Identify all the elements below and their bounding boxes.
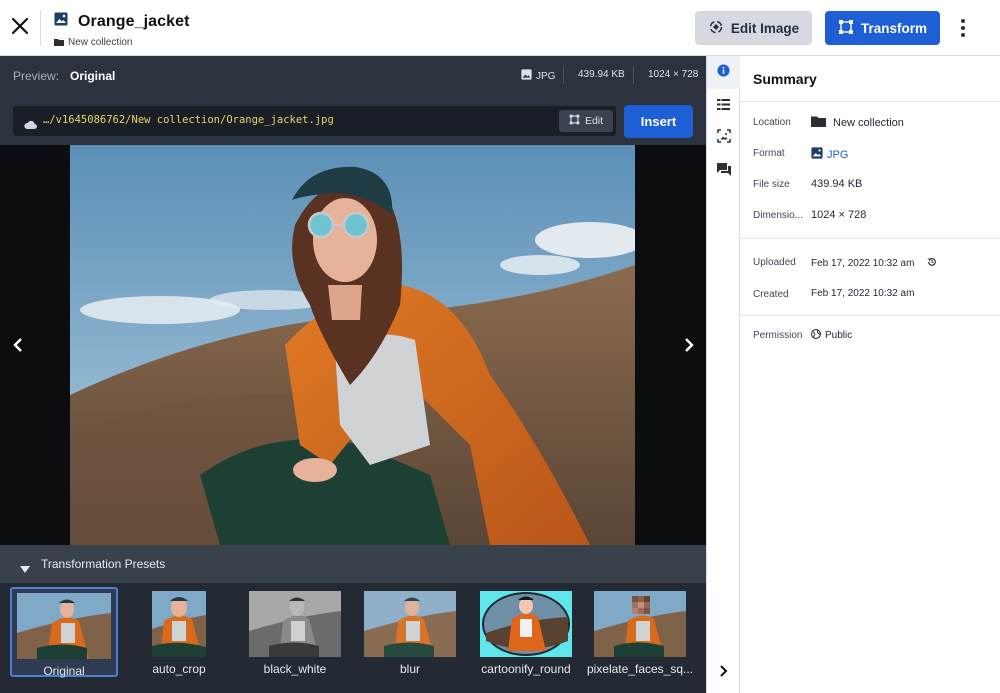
summary-title: Summary	[753, 71, 817, 87]
header-bar: Orange_jacket New collection Edit Image …	[0, 0, 1000, 56]
image-icon	[54, 12, 68, 31]
preset-auto-crop[interactable]: auto_crop	[135, 587, 223, 677]
format-text: JPG	[827, 148, 849, 161]
info-tab[interactable]	[707, 56, 740, 89]
asset-title: Orange_jacket	[78, 12, 190, 30]
delivery-url-text[interactable]: …/v1645086762/New collection/Orange_jack…	[43, 114, 334, 126]
preset-label: pixelate_faces_sq...	[586, 662, 694, 676]
uploaded-label: Uploaded	[753, 257, 796, 268]
asset-collection[interactable]: New collection	[68, 37, 132, 48]
info-icon	[717, 63, 730, 82]
close-icon[interactable]	[8, 14, 32, 38]
permission-label: Permission	[753, 330, 803, 341]
preview-format-text: JPG	[536, 70, 556, 82]
presets-title: Transformation Presets	[41, 557, 166, 571]
insert-button[interactable]: Insert	[624, 105, 693, 138]
preset-thumbnail	[152, 591, 206, 657]
next-image-icon[interactable]	[679, 335, 699, 355]
meta-divider	[563, 66, 564, 84]
comments-tab[interactable]	[707, 155, 740, 188]
edit-image-button[interactable]: Edit Image	[695, 11, 812, 45]
side-rail	[706, 56, 740, 693]
summary-panel: Summary Location New collection Format J…	[740, 56, 1000, 693]
location-label: Location	[753, 117, 791, 128]
preview-format: JPG	[521, 69, 555, 83]
image-icon	[811, 147, 823, 162]
image-analysis-icon	[716, 129, 731, 148]
format-label: Format	[753, 148, 785, 159]
expand-panel-icon[interactable]	[715, 663, 731, 684]
image-icon	[521, 69, 532, 83]
preset-black-white[interactable]: black_white	[240, 587, 350, 677]
preset-label: black_white	[263, 662, 327, 676]
previous-image-icon[interactable]	[8, 335, 28, 355]
format-value: JPG	[811, 147, 848, 162]
edit-image-label: Edit Image	[730, 20, 800, 36]
preset-thumbnail	[17, 593, 111, 659]
preview-bar: Preview: Original JPG 439.94 KB 1024 × 7…	[0, 56, 706, 96]
dimensions-value: 1024 × 728	[811, 209, 867, 221]
preview-dimensions: 1024 × 728	[648, 69, 698, 80]
edit-image-icon	[708, 19, 724, 38]
file-size-value: 439.94 KB	[811, 178, 863, 190]
preview-panel: Preview: Original JPG 439.94 KB 1024 × 7…	[0, 56, 706, 693]
preview-size: 439.94 KB	[578, 69, 625, 80]
preset-cartoonify-round[interactable]: cartoonify_round	[475, 587, 577, 677]
location-text: New collection	[833, 116, 904, 129]
image-stage	[0, 145, 706, 545]
dimensions-label: Dimensio...	[753, 210, 804, 221]
presets-list: Original auto_crop black_white blur cart…	[0, 583, 706, 693]
cloud-icon	[24, 116, 37, 134]
divider	[740, 101, 1000, 102]
created-label: Created	[753, 289, 789, 300]
preset-original[interactable]: Original	[10, 587, 118, 678]
history-icon[interactable]	[927, 257, 937, 270]
meta-divider	[633, 66, 634, 84]
preview-size-text: 439.94 KB	[578, 69, 625, 80]
url-edit-button[interactable]: Edit	[559, 110, 613, 132]
folder-icon	[54, 33, 64, 51]
folder-icon	[811, 115, 826, 130]
preview-value: Original	[70, 69, 116, 83]
file-size-label: File size	[753, 179, 790, 190]
preview-dimensions-text: 1024 × 728	[648, 69, 699, 80]
location-value[interactable]: New collection	[811, 115, 904, 130]
more-options-icon[interactable]	[952, 14, 974, 42]
url-edit-label: Edit	[584, 115, 604, 127]
transform-icon	[569, 114, 580, 128]
presets-header[interactable]: Transformation Presets	[0, 545, 706, 583]
divider	[740, 315, 1000, 316]
preset-thumbnail	[480, 591, 572, 657]
preset-blur[interactable]: blur	[360, 587, 460, 677]
collapse-caret-icon[interactable]	[20, 560, 30, 578]
preset-label: Original	[43, 664, 85, 678]
image-analysis-tab[interactable]	[707, 122, 740, 155]
metadata-tab[interactable]	[707, 89, 740, 122]
preset-thumbnail	[364, 591, 456, 657]
header-divider	[40, 10, 41, 46]
divider	[740, 238, 1000, 239]
preset-label: auto_crop	[152, 662, 206, 676]
asset-collection-row: New collection	[54, 33, 132, 51]
transform-label: Transform	[860, 20, 928, 36]
comments-icon	[716, 162, 731, 181]
preview-label: Preview:	[13, 69, 60, 83]
preset-thumbnail	[594, 591, 686, 657]
asset-title-row: Orange_jacket	[54, 12, 190, 31]
permission-text: Public	[825, 330, 853, 341]
delivery-url-field[interactable]: …/v1645086762/New collection/Orange_jack…	[13, 106, 616, 136]
created-value: Feb 17, 2022 10:32 am	[811, 288, 915, 299]
preset-thumbnail	[249, 591, 341, 657]
preset-label: blur	[399, 662, 420, 676]
globe-icon	[811, 329, 821, 342]
transform-button[interactable]: Transform	[825, 11, 940, 45]
preset-pixelate-faces[interactable]: pixelate_faces_sq...	[584, 587, 696, 677]
permission-value: Public	[811, 329, 852, 342]
preview-image	[70, 145, 635, 545]
metadata-icon	[717, 97, 730, 115]
transform-icon	[838, 19, 854, 38]
preset-label: cartoonify_round	[481, 662, 571, 676]
uploaded-text: Feb 17, 2022 10:32 am	[811, 258, 915, 269]
uploaded-value: Feb 17, 2022 10:32 am	[811, 257, 937, 270]
